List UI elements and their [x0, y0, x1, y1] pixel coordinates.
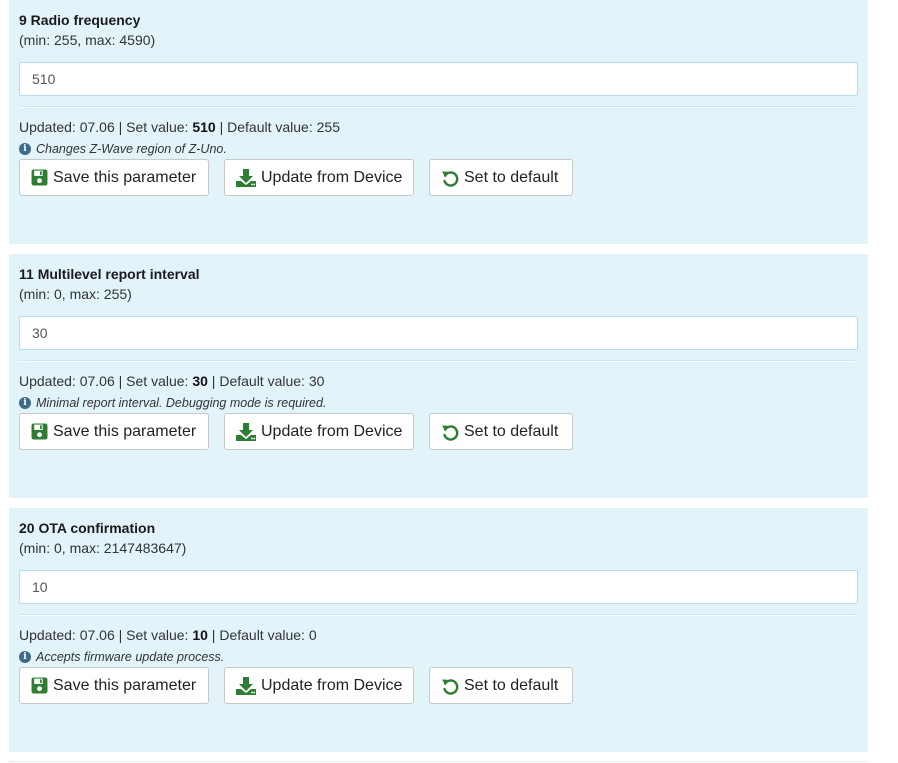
- divider: [19, 614, 858, 616]
- save-button-label: Save this parameter: [53, 676, 197, 694]
- save-button-label: Save this parameter: [53, 422, 197, 440]
- save-parameter-button[interactable]: Save this parameter: [19, 413, 209, 450]
- info-circle-icon: i: [19, 143, 31, 155]
- hint-text: Accepts firmware update process.: [36, 650, 225, 664]
- floppy-disk-icon: [31, 169, 48, 186]
- parameter-panel-ota-confirmation: 20 OTA confirmation (min: 0, max: 214748…: [9, 508, 868, 752]
- floppy-disk-icon: [31, 423, 48, 440]
- divider: [19, 360, 858, 362]
- default-value-label: | Default value:: [207, 373, 309, 389]
- parameter-title: 11 Multilevel report interval: [19, 266, 200, 282]
- undo-icon: [442, 170, 459, 187]
- parameter-range: (min: 0, max: 2147483647): [19, 540, 187, 556]
- parameter-hint: i Accepts firmware update process.: [19, 649, 858, 665]
- info-circle-icon: i: [19, 397, 31, 409]
- update-from-device-button[interactable]: Update from Device: [224, 413, 414, 450]
- update-button-label: Update from Device: [261, 422, 403, 440]
- divider: [19, 106, 858, 108]
- save-parameter-button[interactable]: Save this parameter: [19, 159, 209, 196]
- updated-value: 07.06: [79, 627, 115, 643]
- config-page: 9 Radio frequency (min: 255, max: 4590) …: [0, 0, 898, 763]
- parameter-range: (min: 0, max: 255): [19, 286, 132, 302]
- floppy-disk-icon: [31, 677, 48, 694]
- parameter-actions: Save this parameter Update from Device S…: [19, 413, 858, 450]
- update-from-device-button[interactable]: Update from Device: [224, 667, 414, 704]
- parameter-status: Updated: 07.06 | Set value: 30 | Default…: [19, 372, 858, 390]
- default-value: 255: [316, 119, 340, 135]
- updated-value: 07.06: [79, 373, 115, 389]
- parameter-status: Updated: 07.06 | Set value: 10 | Default…: [19, 626, 858, 644]
- default-button-label: Set to default: [464, 422, 559, 440]
- set-value-label: | Set value:: [114, 627, 193, 643]
- parameter-value-input[interactable]: [19, 316, 858, 350]
- parameter-panel-multilevel-report-interval: 11 Multilevel report interval (min: 0, m…: [9, 254, 868, 498]
- download-icon: [236, 422, 256, 441]
- parameter-title: 9 Radio frequency: [19, 12, 141, 28]
- update-button-label: Update from Device: [261, 168, 403, 186]
- info-circle-icon: i: [19, 651, 31, 663]
- set-to-default-button[interactable]: Set to default: [429, 413, 573, 450]
- parameter-value-input[interactable]: [19, 570, 858, 604]
- parameter-hint: i Minimal report interval. Debugging mod…: [19, 395, 858, 411]
- next-panel-edge: [9, 761, 868, 762]
- parameter-actions: Save this parameter Update from Device S…: [19, 667, 858, 704]
- updated-label: Updated:: [19, 373, 80, 389]
- set-value-label: | Set value:: [114, 119, 193, 135]
- updated-label: Updated:: [19, 627, 80, 643]
- parameter-range: (min: 255, max: 4590): [19, 32, 156, 48]
- parameter-value-input[interactable]: [19, 62, 858, 96]
- download-icon: [236, 676, 256, 695]
- hint-text: Minimal report interval. Debugging mode …: [36, 396, 327, 410]
- hint-text: Changes Z-Wave region of Z-Uno.: [36, 142, 227, 156]
- updated-label: Updated:: [19, 119, 80, 135]
- default-value: 0: [308, 627, 317, 643]
- default-value-label: | Default value:: [207, 627, 309, 643]
- updated-value: 07.06: [79, 119, 115, 135]
- default-button-label: Set to default: [464, 168, 559, 186]
- parameter-actions: Save this parameter Update from Device S…: [19, 159, 858, 196]
- undo-icon: [442, 424, 459, 441]
- set-value: 30: [192, 373, 208, 389]
- set-value: 10: [192, 627, 208, 643]
- parameter-title: 20 OTA confirmation: [19, 520, 156, 536]
- parameter-hint: i Changes Z-Wave region of Z-Uno.: [19, 141, 858, 157]
- default-button-label: Set to default: [464, 676, 559, 694]
- set-value-label: | Set value:: [114, 373, 193, 389]
- update-button-label: Update from Device: [261, 676, 403, 694]
- download-icon: [236, 168, 256, 187]
- set-to-default-button[interactable]: Set to default: [429, 159, 573, 196]
- set-value: 510: [192, 119, 216, 135]
- default-value-label: | Default value:: [215, 119, 317, 135]
- default-value: 30: [308, 373, 325, 389]
- undo-icon: [442, 678, 459, 695]
- update-from-device-button[interactable]: Update from Device: [224, 159, 414, 196]
- save-button-label: Save this parameter: [53, 168, 197, 186]
- parameter-panel-radio-frequency: 9 Radio frequency (min: 255, max: 4590) …: [9, 0, 868, 244]
- save-parameter-button[interactable]: Save this parameter: [19, 667, 209, 704]
- set-to-default-button[interactable]: Set to default: [429, 667, 573, 704]
- parameter-status: Updated: 07.06 | Set value: 510 | Defaul…: [19, 118, 858, 136]
